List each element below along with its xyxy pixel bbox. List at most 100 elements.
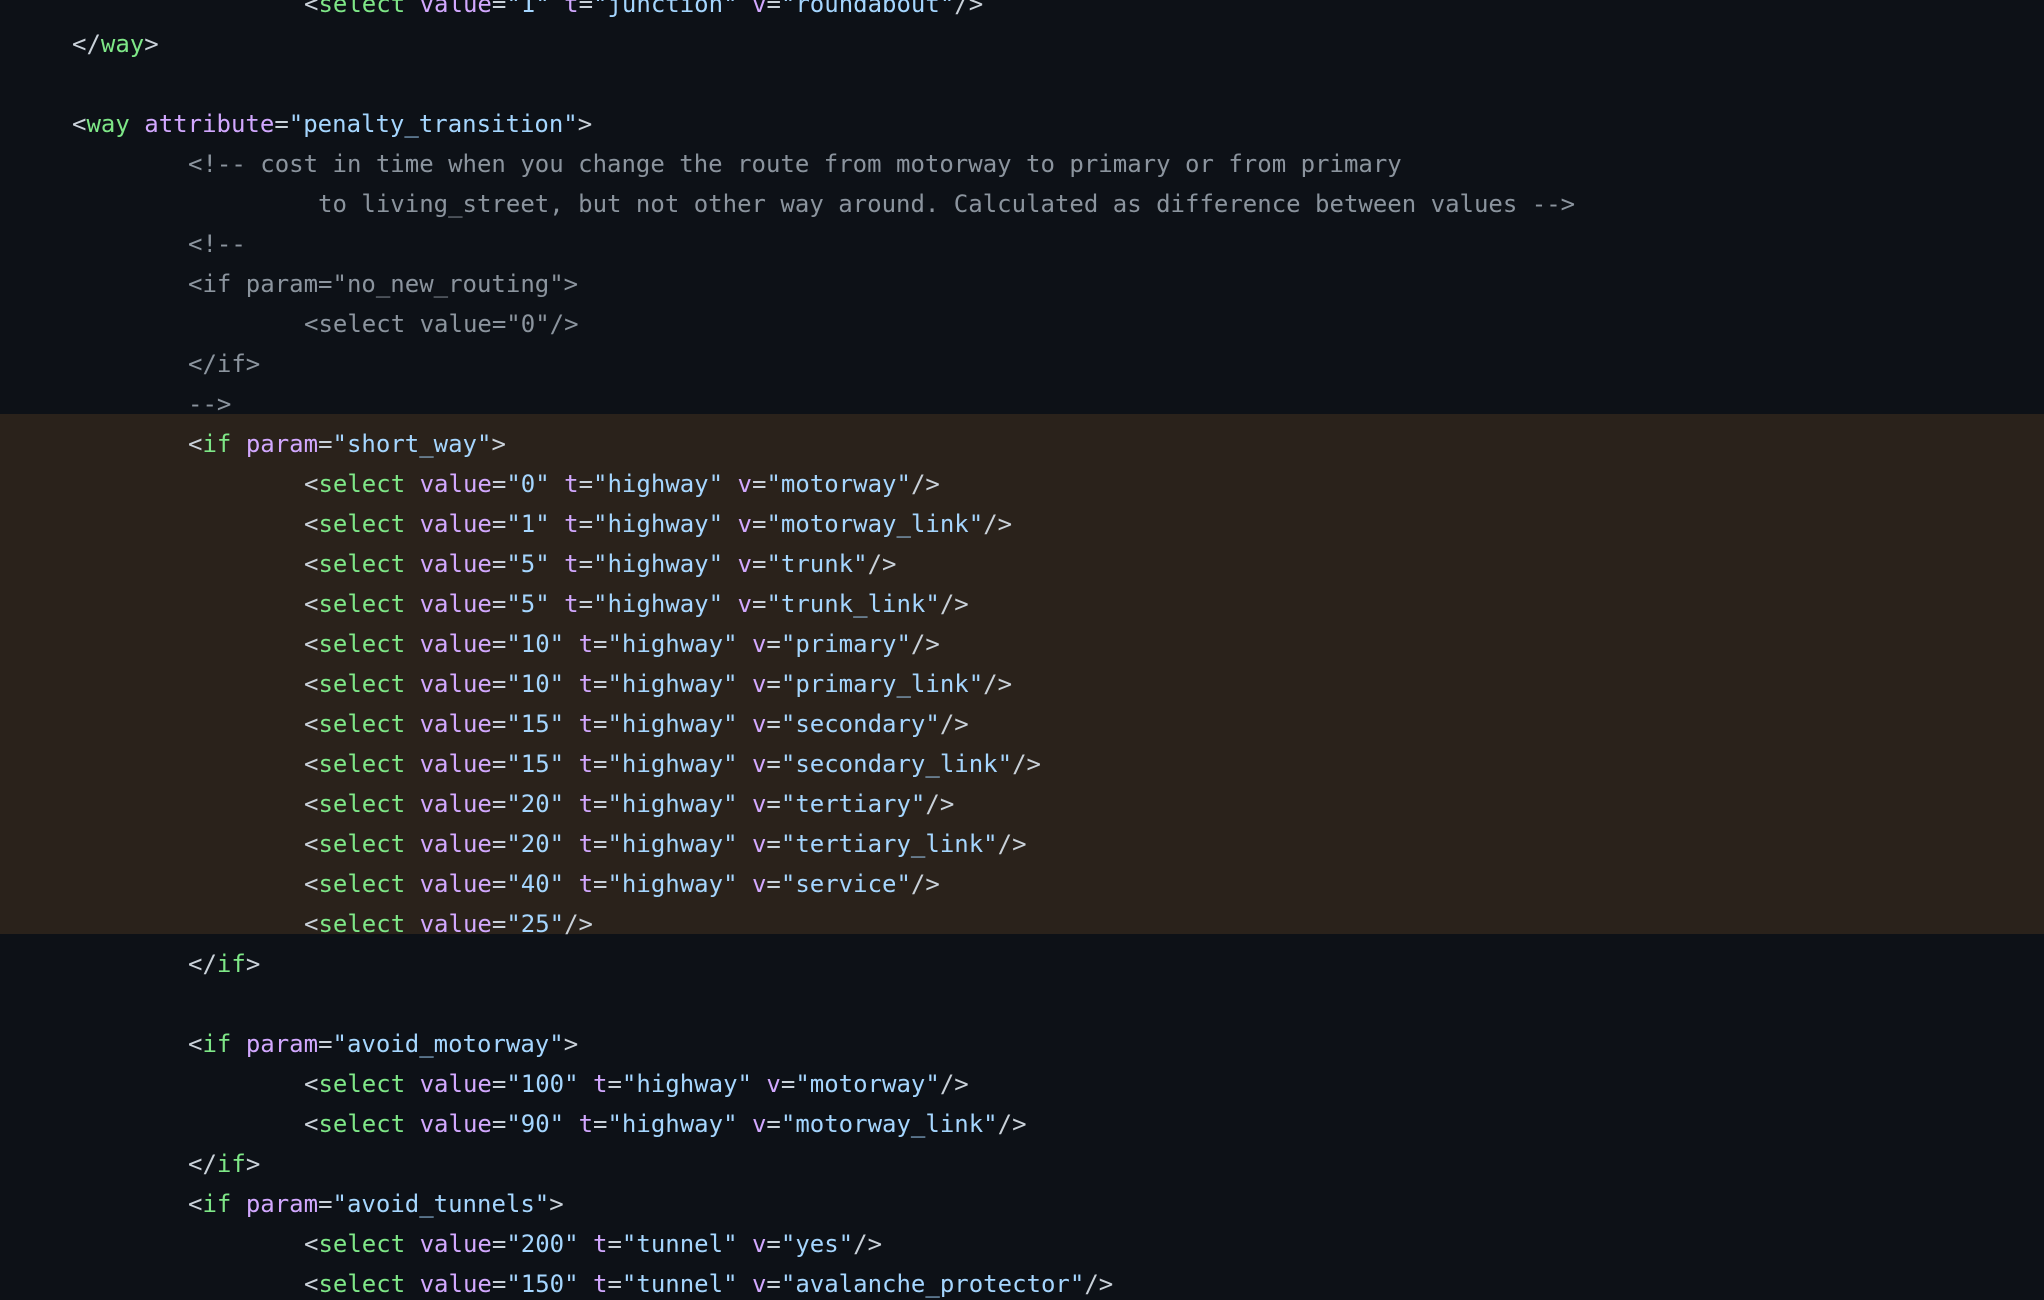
code-line: <select value="25"/>	[0, 904, 2044, 944]
punctuation: =	[491, 550, 507, 578]
punctuation	[738, 1110, 752, 1138]
punctuation: =	[578, 510, 594, 538]
attribute-value: "20"	[506, 830, 565, 858]
punctuation: />	[983, 670, 1013, 698]
punctuation: <	[304, 710, 319, 738]
punctuation: <	[304, 1270, 319, 1298]
attribute-value: "90"	[506, 1110, 565, 1138]
tag-name: select	[318, 910, 406, 938]
code-line: </if>	[0, 944, 2044, 984]
attribute-name: v	[751, 1270, 767, 1298]
punctuation	[405, 510, 419, 538]
tag-name: if	[202, 430, 232, 458]
punctuation	[405, 1110, 419, 1138]
attribute-value: "40"	[506, 870, 565, 898]
tag-name: select	[318, 790, 406, 818]
attribute-name: t	[564, 550, 579, 578]
punctuation	[564, 710, 578, 738]
attribute-name: value	[419, 750, 492, 778]
punctuation	[564, 790, 578, 818]
punctuation: =	[751, 470, 767, 498]
punctuation: <	[304, 470, 319, 498]
punctuation: =	[491, 750, 507, 778]
attribute-value: "primary_link"	[780, 670, 984, 698]
attribute-value: "avoid_tunnels"	[332, 1190, 550, 1218]
punctuation: />	[939, 590, 969, 618]
attribute-name: v	[751, 870, 767, 898]
punctuation: <	[304, 790, 319, 818]
punctuation: />	[910, 470, 940, 498]
attribute-name: v	[751, 750, 767, 778]
attribute-value: "trunk"	[766, 550, 868, 578]
punctuation	[130, 110, 144, 138]
punctuation	[550, 0, 564, 18]
attribute-name: v	[751, 1230, 767, 1258]
attribute-value: "avalanche_protector"	[780, 1270, 1085, 1298]
punctuation: <	[304, 910, 319, 938]
code-line: <select value="100" t="highway" v="motor…	[0, 1064, 2044, 1104]
tag-name: if	[202, 1190, 232, 1218]
code-editor[interactable]: <select value="1" t="junction" v="rounda…	[0, 0, 2044, 1300]
punctuation: =	[780, 1070, 796, 1098]
attribute-value: "0"	[506, 470, 550, 498]
code-line: <select value="20" t="highway" v="tertia…	[0, 784, 2044, 824]
attribute-value: "penalty_transition"	[288, 110, 578, 138]
punctuation: <	[304, 1070, 319, 1098]
punctuation	[231, 1030, 245, 1058]
tag-name: select	[318, 1270, 406, 1298]
code-line: <select value="5" t="highway" v="trunk_l…	[0, 584, 2044, 624]
code-line: <select value="200" t="tunnel" v="yes"/>	[0, 1224, 2044, 1264]
attribute-value: "primary"	[780, 630, 911, 658]
punctuation: =	[491, 510, 507, 538]
punctuation	[723, 590, 737, 618]
code-line: <select value="5" t="highway" v="trunk"/…	[0, 544, 2044, 584]
punctuation	[564, 630, 578, 658]
attribute-name: value	[419, 590, 492, 618]
attribute-name: value	[419, 790, 492, 818]
punctuation	[405, 710, 419, 738]
punctuation: />	[1012, 750, 1041, 778]
attribute-name: v	[737, 510, 752, 538]
punctuation: =	[491, 1070, 507, 1098]
attribute-value: "roundabout"	[780, 0, 955, 18]
attribute-name: v	[751, 830, 767, 858]
punctuation	[405, 1230, 419, 1258]
attribute-value: "highway"	[607, 750, 738, 778]
punctuation: </	[72, 30, 101, 58]
attribute-name: attribute	[144, 110, 275, 138]
attribute-value: "highway"	[607, 870, 738, 898]
punctuation: =	[491, 830, 507, 858]
punctuation: <	[304, 830, 319, 858]
punctuation: =	[578, 590, 594, 618]
code-line: <if param="short_way">	[0, 424, 2044, 464]
punctuation: />	[853, 1230, 883, 1258]
punctuation: />	[910, 870, 940, 898]
punctuation: =	[593, 790, 608, 818]
punctuation: >	[245, 1150, 261, 1178]
attribute-value: "highway"	[621, 1070, 752, 1098]
punctuation: =	[274, 110, 289, 138]
punctuation: =	[766, 0, 781, 18]
punctuation: </	[188, 1150, 217, 1178]
code-line: <!--	[0, 224, 2044, 264]
punctuation	[738, 870, 752, 898]
punctuation: <	[304, 1230, 319, 1258]
attribute-name: v	[737, 470, 752, 498]
attribute-name: value	[419, 550, 492, 578]
punctuation	[405, 470, 419, 498]
punctuation: =	[593, 710, 608, 738]
attribute-value: "junction"	[593, 0, 738, 18]
code-line: <select value="1" t="junction" v="rounda…	[0, 0, 2044, 24]
attribute-value: "highway"	[593, 470, 724, 498]
punctuation	[738, 750, 752, 778]
tag-name: if	[202, 1030, 232, 1058]
punctuation: <	[304, 750, 319, 778]
punctuation: =	[751, 550, 767, 578]
punctuation: <	[304, 630, 319, 658]
attribute-value: "1"	[506, 510, 550, 538]
punctuation: =	[491, 670, 507, 698]
attribute-value: "highway"	[593, 590, 724, 618]
punctuation: =	[766, 710, 781, 738]
attribute-value: "150"	[506, 1270, 579, 1298]
punctuation	[579, 1270, 593, 1298]
